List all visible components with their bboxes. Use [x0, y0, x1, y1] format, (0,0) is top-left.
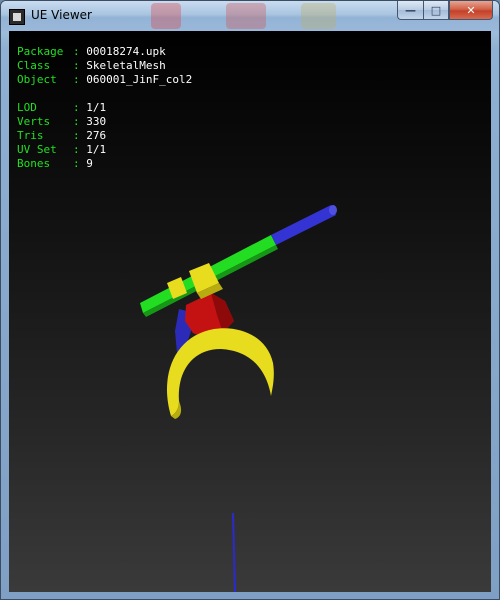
- background-blur: [151, 3, 181, 29]
- app-window: UE Viewer — □ ✕ Package: 00018274.upk Cl…: [0, 0, 500, 600]
- window-controls: — □ ✕: [397, 1, 493, 21]
- close-icon: ✕: [466, 3, 476, 17]
- background-blur: [226, 3, 266, 29]
- mesh-render: [140, 205, 337, 592]
- minimize-button[interactable]: —: [397, 1, 423, 20]
- minimize-icon: —: [405, 3, 416, 17]
- background-blur: [301, 3, 336, 29]
- maximize-icon: □: [430, 3, 442, 17]
- close-button[interactable]: ✕: [449, 1, 493, 20]
- app-icon: [9, 9, 25, 25]
- window-title: UE Viewer: [31, 8, 92, 22]
- maximize-button[interactable]: □: [423, 1, 449, 20]
- 3d-viewport[interactable]: Package: 00018274.upk Class: SkeletalMes…: [9, 31, 491, 592]
- title-bar[interactable]: UE Viewer — □ ✕: [1, 1, 499, 31]
- rod-end-cap: [329, 205, 337, 215]
- rod-blue-segment: [271, 205, 336, 245]
- axis-line: [232, 512, 236, 592]
